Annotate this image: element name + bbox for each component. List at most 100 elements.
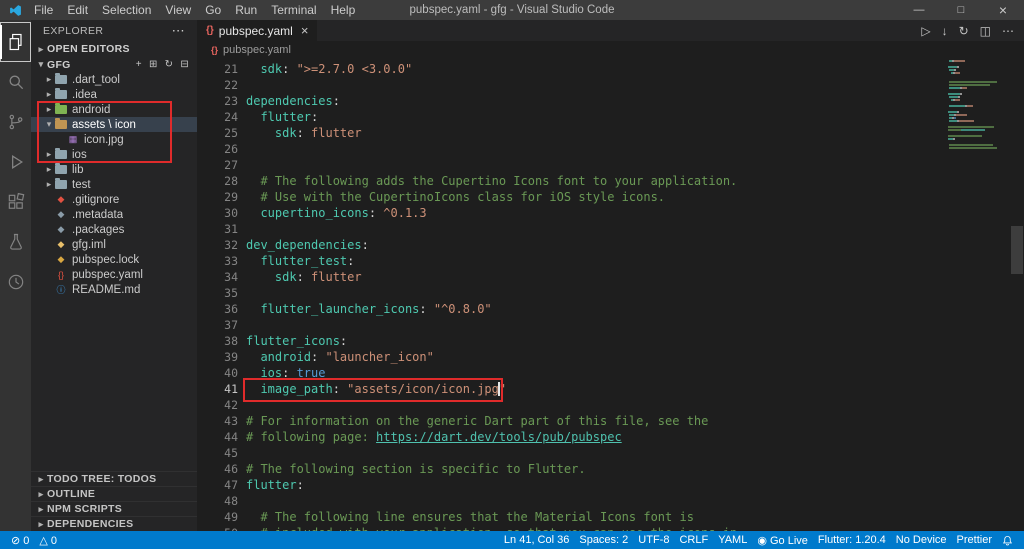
status-indentation[interactable]: Spaces: 2 [574,534,633,546]
minimap[interactable] [948,60,1010,150]
code-line-33[interactable]: 33 flutter_test: [197,253,948,269]
code-line-25[interactable]: 25 sdk: flutter [197,125,948,141]
section-npm-scripts[interactable]: ▸ NPM SCRIPTS [31,501,197,516]
split-editor-icon[interactable]: ◫ [980,24,991,38]
code-line-36[interactable]: 36 flutter_launcher_icons: "^0.8.0" [197,301,948,317]
new-file-icon[interactable]: + [136,59,142,70]
extensions-icon[interactable] [0,182,31,222]
menu-help[interactable]: Help [324,3,363,17]
status-encoding[interactable]: UTF-8 [633,534,674,546]
flutter-devtools-icon[interactable] [0,262,31,302]
status-flutter-version[interactable]: Flutter: 1.20.4 [813,534,891,546]
code-line-30[interactable]: 30 cupertino_icons: ^0.1.3 [197,205,948,221]
run-debug-icon[interactable] [0,142,31,182]
section-dependencies[interactable]: ▸ DEPENDENCIES [31,516,197,531]
editor-scrollbar[interactable] [1010,58,1024,531]
tree-item-pubspec.lock[interactable]: ◆ pubspec.lock [31,252,197,267]
more-actions-icon[interactable]: ⋯ [1002,24,1014,38]
breadcrumb[interactable]: {} pubspec.yaml [197,41,1024,58]
code-line-26[interactable]: 26 [197,141,948,157]
tree-item-test[interactable]: ▸ test [31,177,197,192]
close-window-button[interactable]: × [982,0,1024,20]
sync-icon[interactable]: ↻ [959,24,969,38]
breadcrumb-item[interactable]: pubspec.yaml [223,44,291,56]
collapse-folders-icon[interactable]: ⊟ [180,59,189,70]
tree-item-.metadata[interactable]: ◆ .metadata [31,207,197,222]
code-line-28[interactable]: 28 # The following adds the Cupertino Ic… [197,173,948,189]
code-line-42[interactable]: 42 [197,397,948,413]
tree-item-.idea[interactable]: ▸ .idea [31,87,197,102]
code-line-29[interactable]: 29 # Use with the CupertinoIcons class f… [197,189,948,205]
tree-item-lib[interactable]: ▸ lib [31,162,197,177]
status-prettier[interactable]: Prettier [952,534,997,546]
code-line-39[interactable]: 39 android: "launcher_icon" [197,349,948,365]
errors-indicator[interactable]: ⊘ 0 [6,534,34,547]
test-beaker-icon[interactable] [0,222,31,262]
code-line-46[interactable]: 46 # The following section is specific to… [197,461,948,477]
code-line-35[interactable]: 35 [197,285,948,301]
new-folder-icon[interactable]: ⊞ [149,59,158,70]
code-line-27[interactable]: 27 [197,157,948,173]
status-notifications[interactable] [997,535,1018,546]
warnings-indicator[interactable]: △ 0 [34,534,62,547]
file-icon: ◆ [57,194,65,204]
menu-selection[interactable]: Selection [95,3,158,17]
section-outline[interactable]: ▸ OUTLINE [31,486,197,501]
status-cursor-position[interactable]: Ln 41, Col 36 [499,534,574,546]
tree-item-assets-icon[interactable]: ▾ assets \ icon [31,117,197,132]
code-line-21[interactable]: 21 sdk: ">=2.7.0 <3.0.0" [197,61,948,77]
code-line-47[interactable]: 47 flutter: [197,477,948,493]
code-line-32[interactable]: 32 dev_dependencies: [197,237,948,253]
tree-item-.dart-tool[interactable]: ▸ .dart_tool [31,72,197,87]
code-line-38[interactable]: 38 flutter_icons: [197,333,948,349]
tree-item-icon.jpg[interactable]: ▦ icon.jpg [31,132,197,147]
code-line-49[interactable]: 49 # The following line ensures that the… [197,509,948,525]
menu-go[interactable]: Go [198,3,228,17]
explorer-icon[interactable] [0,22,31,62]
tree-item-readme.md[interactable]: ⓘ README.md [31,282,197,297]
tree-item-android[interactable]: ▸ android [31,102,197,117]
menu-file[interactable]: File [27,3,60,17]
tree-item-.packages[interactable]: ◆ .packages [31,222,197,237]
code-line-41[interactable]: 41 image_path: "assets/icon/icon.jpg" [197,381,948,397]
tree-item-ios[interactable]: ▸ ios [31,147,197,162]
run-icon[interactable]: ▷ [921,24,930,38]
status-device[interactable]: No Device [891,534,952,546]
code-line-40[interactable]: 40 ios: true [197,365,948,381]
code-line-37[interactable]: 37 [197,317,948,333]
download-icon[interactable]: ↓ [942,24,948,38]
tree-item-gfg.iml[interactable]: ◆ gfg.iml [31,237,197,252]
title-bar: File Edit Selection View Go Run Terminal Help p… [0,0,1024,20]
menu-edit[interactable]: Edit [60,3,95,17]
maximize-button[interactable]: □ [940,0,982,20]
minimize-button[interactable]: — [898,0,940,20]
project-root-row[interactable]: ▾ GFG + ⊞ ↻ ⊟ [31,57,197,72]
menu-terminal[interactable]: Terminal [264,3,323,17]
status-language-mode[interactable]: YAML [713,534,752,546]
code-line-31[interactable]: 31 [197,221,948,237]
scrollbar-thumb[interactable] [1011,226,1023,274]
code-line-44[interactable]: 44 # following page: https://dart.dev/too… [197,429,948,445]
refresh-explorer-icon[interactable]: ↻ [165,59,174,70]
chevron-right-icon: ▸ [46,89,52,99]
code-line-48[interactable]: 48 [197,493,948,509]
tab-pubspec-yaml[interactable]: {} pubspec.yaml × [197,20,318,41]
section-todo-tree-todos[interactable]: ▸ TODO TREE: TODOS [31,471,197,486]
menu-view[interactable]: View [158,3,198,17]
tree-item-.gitignore[interactable]: ◆ .gitignore [31,192,197,207]
code-line-22[interactable]: 22 [197,77,948,93]
code-line-24[interactable]: 24 flutter: [197,109,948,125]
tree-item-pubspec.yaml[interactable]: {} pubspec.yaml [31,267,197,282]
more-actions-icon[interactable]: ⋯ [172,23,185,39]
source-control-icon[interactable] [0,102,31,142]
search-icon[interactable] [0,62,31,102]
code-line-23[interactable]: 23 dependencies: [197,93,948,109]
code-line-45[interactable]: 45 [197,445,948,461]
open-editors-section[interactable]: ▸ OPEN EDITORS [31,41,197,57]
close-tab-icon[interactable]: × [301,23,309,38]
menu-run[interactable]: Run [228,3,264,17]
code-line-43[interactable]: 43 # For information on the generic Dart … [197,413,948,429]
code-line-34[interactable]: 34 sdk: flutter [197,269,948,285]
status-go-live[interactable]: ◉ Go Live [752,534,813,547]
status-eol[interactable]: CRLF [674,534,713,546]
